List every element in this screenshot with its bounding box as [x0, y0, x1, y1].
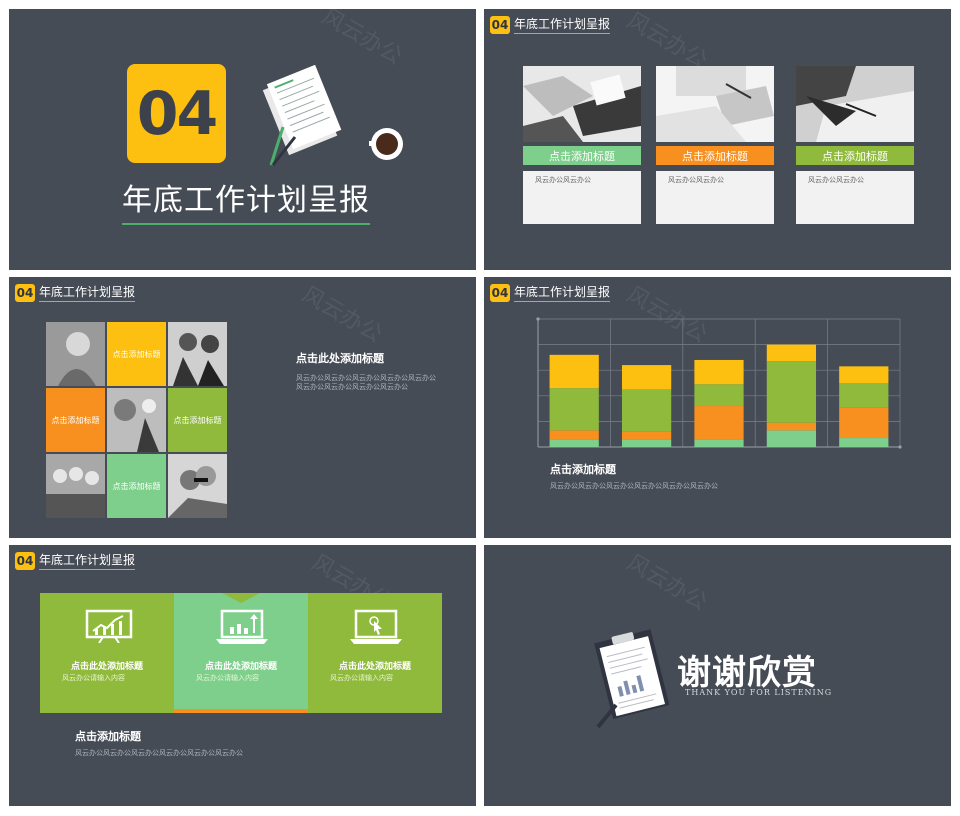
bar-segment	[694, 384, 744, 407]
bar-segment	[549, 388, 599, 431]
panel-notch	[222, 593, 260, 603]
card-body: 风云办公风云办公	[796, 171, 914, 224]
coffee-cup-icon	[369, 128, 403, 160]
photo-writing-hand	[656, 66, 774, 142]
bar-segment	[839, 438, 889, 447]
card-caption[interactable]: 点击添加标题	[796, 146, 914, 165]
feature-panel-1[interactable]: 点击此处添加标题 风云办公请输入内容	[40, 593, 174, 713]
bar-segment	[549, 354, 599, 389]
bar-segment	[766, 422, 817, 431]
stacked-bar-chart	[536, 317, 902, 449]
bar-segment	[694, 439, 744, 447]
watermark: 风云办公	[622, 9, 712, 74]
card-body: 风云办公风云办公	[523, 171, 641, 224]
content-title[interactable]: 点击此处添加标题	[296, 350, 384, 366]
watermark: 风云办公	[297, 282, 387, 348]
bar-segment	[694, 406, 744, 440]
grid-cell-yellow[interactable]: 点击添加标题	[107, 322, 166, 386]
content-title[interactable]: 点击添加标题	[75, 728, 141, 744]
panel-body: 风云办公请输入内容	[62, 674, 125, 682]
bar-segment	[766, 344, 817, 362]
bar-segment	[621, 431, 672, 440]
bar-segment	[839, 407, 889, 439]
slide-title[interactable]: 风云办公 04 年底工作计划呈报	[9, 9, 476, 270]
panel-body: 风云办公请输入内容	[330, 674, 393, 682]
section-number-badge: 04	[490, 15, 510, 34]
photo-signing-document	[796, 66, 914, 142]
section-title: 年底工作计划呈报	[39, 551, 136, 570]
documents-pen-icon	[262, 65, 342, 166]
feature-panel-2[interactable]: 点击此处添加标题 风云办公请输入内容	[174, 593, 308, 713]
card-2[interactable]: 点击添加标题 风云办公风云办公	[656, 66, 774, 224]
slide-header: 04 年底工作计划呈报	[15, 551, 136, 570]
panel-title[interactable]: 点击此处添加标题	[40, 659, 174, 672]
bar-segment	[766, 430, 817, 447]
grid-cell-green[interactable]: 点击添加标题	[168, 388, 227, 452]
bar-segment	[549, 430, 599, 440]
photo-couple	[168, 454, 227, 518]
section-number-badge: 04	[490, 283, 510, 302]
bar-segment	[839, 383, 889, 408]
card-1[interactable]: 点击添加标题 风云办公风云办公	[523, 66, 641, 224]
panel-body: 风云办公请输入内容	[196, 674, 259, 682]
grid-cell-orange[interactable]: 点击添加标题	[46, 388, 105, 452]
slide-header: 04 年底工作计划呈报	[490, 283, 611, 302]
card-3[interactable]: 点击添加标题 风云办公风云办公	[796, 66, 914, 224]
photo-businessmen	[168, 322, 227, 386]
laptop-chart-icon	[216, 609, 268, 644]
section-number-badge: 04	[127, 64, 226, 163]
section-title: 年底工作计划呈报	[514, 283, 611, 302]
slide-title-text: 年底工作计划呈报	[122, 175, 370, 225]
slide-panels[interactable]: 风云办公 04 年底工作计划呈报 点击此处添加标题 风云办公请输入内容 点击此处…	[9, 545, 476, 806]
panel-title[interactable]: 点击此处添加标题	[308, 659, 442, 672]
slide-chart[interactable]: 风云办公 04 年底工作计划呈报 点击添加标题 风云办公风云办公风云办公风云办公…	[484, 277, 951, 538]
content-body: 风云办公风云办公风云办公风云办公风云办公风云办公	[75, 749, 243, 757]
laptop-cursor-icon	[350, 609, 402, 644]
axis-endpoint	[536, 317, 540, 321]
section-title: 年底工作计划呈报	[39, 283, 136, 302]
photo-group	[46, 454, 105, 518]
bar-segment	[549, 439, 599, 447]
bar-segment	[621, 365, 672, 390]
bar-segment	[621, 439, 672, 447]
bar-segment	[621, 389, 672, 432]
photo-woman	[46, 322, 105, 386]
slide-thanks[interactable]: 风云办公 谢谢欣赏 THANK YOU FOR LISTENING	[484, 545, 951, 806]
card-caption[interactable]: 点击添加标题	[523, 146, 641, 165]
content-body: 风云办公风云办公风云办公风云办公风云办公风云办公	[550, 482, 718, 490]
photo-globe-man	[107, 388, 166, 452]
feature-panel-3[interactable]: 点击此处添加标题 风云办公请输入内容	[308, 593, 442, 713]
content-title[interactable]: 点击添加标题	[550, 461, 616, 477]
card-caption[interactable]: 点击添加标题	[656, 146, 774, 165]
bar-segment	[766, 361, 817, 423]
photo-grid: 点击添加标题 点击添加标题 点击添加标题 点击添加标题	[46, 322, 228, 519]
card-body: 风云办公风云办公	[656, 171, 774, 224]
bar-segment	[839, 366, 889, 383]
clipboard-report-icon	[594, 629, 670, 729]
panel-title[interactable]: 点击此处添加标题	[174, 659, 308, 672]
panel-underline	[174, 709, 308, 713]
section-number-badge: 04	[15, 551, 35, 570]
thanks-subtitle: THANK YOU FOR LISTENING	[685, 688, 833, 697]
grid-cell-light-green[interactable]: 点击添加标题	[107, 454, 166, 518]
bar-segment	[694, 359, 744, 385]
watermark: 风云办公	[622, 550, 712, 616]
section-title: 年底工作计划呈报	[514, 15, 611, 34]
chart-board-icon	[85, 609, 133, 643]
slide-header: 04 年底工作计划呈报	[15, 283, 136, 302]
watermark: 风云办公	[317, 9, 407, 70]
photo-handshake-documents	[523, 66, 641, 142]
content-body: 风云办公风云办公风云办公风云办公风云办公风云办公风云办公风云办公风云办公	[296, 374, 436, 391]
thanks-heading: 谢谢欣赏	[677, 653, 817, 693]
section-number-badge: 04	[15, 283, 35, 302]
axis-endpoint	[898, 445, 902, 449]
slide-grid[interactable]: 风云办公 04 年底工作计划呈报 点击添加标题 点击添加标题 点击添加标题 点击…	[9, 277, 476, 538]
slide-cards[interactable]: 风云办公 04 年底工作计划呈报 点击添加标题 风云办公风云办公 点击添加标题 …	[484, 9, 951, 270]
slide-header: 04 年底工作计划呈报	[490, 15, 611, 34]
